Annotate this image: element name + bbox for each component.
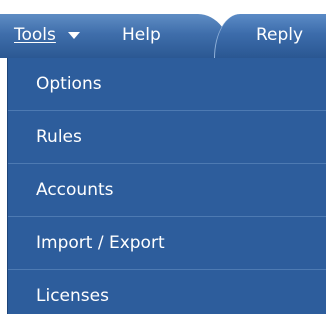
menu-item-licenses[interactable]: Licenses [8,270,326,323]
menu-item-rules[interactable]: Rules [8,111,326,164]
menu-item-options[interactable]: Options [8,58,326,111]
menu-item-import-export[interactable]: Import / Export [8,217,326,270]
menu-item-accounts[interactable]: Accounts [8,164,326,217]
menu-bar: Tools Help Reply [0,0,326,58]
dropdown-arrow-icon [67,31,80,39]
menu-tools-label: Tools [14,25,56,45]
menu-tools[interactable]: Tools [14,24,80,46]
menu-help[interactable]: Help [122,24,161,46]
tab-reply-label[interactable]: Reply [256,24,303,46]
tools-dropdown-menu: Options Rules Accounts Import / Export L… [7,58,326,314]
